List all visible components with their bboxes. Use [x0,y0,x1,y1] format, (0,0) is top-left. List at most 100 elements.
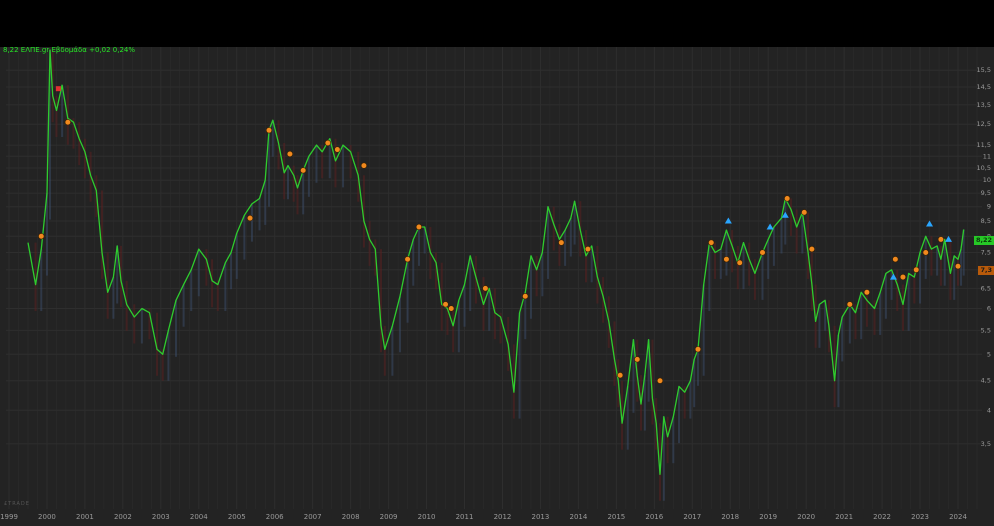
volume-bar [349,145,352,179]
orange-event-marker [892,256,899,263]
volume-bar [736,245,739,290]
volume-bar [342,145,345,188]
x-tick-label: 2017 [683,513,701,521]
x-tick-label: 2013 [532,513,550,521]
volume-bar [463,284,466,327]
volume-bar [696,349,699,386]
volume-bar [83,138,86,179]
x-tick-label: 2015 [607,513,625,521]
volume-bar [243,215,246,260]
orange-event-marker [286,150,294,158]
x-tick-label: 1999 [0,513,18,521]
orange-event-marker [937,236,945,243]
volume-bar [795,209,798,254]
volume-bar [772,227,775,266]
volume-bar [930,236,933,276]
orange-event-marker [759,249,766,256]
volume-bar [748,242,751,286]
last-price-badge: 8,22 [973,236,994,245]
volume-bar [292,165,295,202]
volume-bar [672,416,675,464]
volume-bar [469,255,472,312]
volume-bar [112,277,115,319]
x-axis: 1999 2000 2001 2002 2003 2004 2005 2006 2007 2008… [0,513,967,521]
volume-bar [197,249,200,297]
x-tick-label: 2010 [418,513,436,521]
x-tick-label: 2001 [76,513,94,521]
orange-event-marker [656,377,664,384]
volume-bar [334,138,337,188]
volume-bar [939,245,942,286]
orange-event-marker [784,195,791,202]
orange-event-marker [922,249,929,256]
volume-bar [175,300,178,357]
y-tick-label: 6 [987,305,991,313]
volume-bar [860,292,863,340]
x-tick-label: 2003 [152,513,170,521]
volume-bar [406,259,409,323]
x-tick-label: 2018 [721,513,739,521]
volume-bar [957,255,959,286]
volume-bar [924,236,927,279]
y-tick-label: 4,5 [981,377,991,385]
volume-bar [689,380,692,419]
volume-bar [133,304,136,344]
volume-bar [264,180,267,225]
orange-event-marker [442,301,449,308]
x-tick-label: 2008 [342,513,360,521]
orange-event-marker [723,256,730,263]
volume-bar [569,218,572,257]
orange-event-marker [736,259,743,266]
volume-bar [101,190,104,279]
watermark-logo: £TRADE [4,501,30,507]
volume-bar [879,292,882,335]
volume-bar [841,317,844,362]
orange-event-marker [808,246,815,253]
volume-bar [205,249,208,286]
x-tick-label: 2021 [835,513,853,521]
orange-event-marker [899,273,907,281]
volume-bar [190,269,193,312]
top-black-bar [0,0,994,47]
orange-event-marker [448,305,455,312]
volume-bar [315,145,318,183]
volume-bar [818,304,821,348]
y-tick-label: 15,5 [977,66,991,74]
volume-bar [529,255,532,319]
x-tick-label: 2000 [38,513,56,521]
volume-bar [666,416,669,464]
orange-event-marker [801,209,808,216]
grid [6,47,982,509]
volume-bar [753,259,756,300]
red-event-marker [55,86,61,92]
x-tick-label: 2004 [190,513,208,521]
x-tick-label: 2011 [456,513,474,521]
volume-bar [789,198,792,236]
secondary-price-badge: 7,3 [978,266,994,275]
orange-event-marker [846,301,853,308]
orange-event-marker [404,256,411,263]
volume-bar [296,175,299,215]
volume-bar [714,242,717,279]
volume-bar [719,249,722,279]
price-chart[interactable]: 15,514,513,512,511,51110,5109,598,587,57… [0,47,994,526]
x-tick-label: 2006 [266,513,284,521]
volume-bar [890,269,893,300]
blue-triangle-marker [945,235,953,242]
y-tick-label: 8,5 [981,217,991,225]
volume-bar [761,252,764,300]
volume-bar [725,230,728,276]
orange-event-marker [334,146,341,153]
x-tick-label: 2020 [797,513,815,521]
volume-bar [216,280,219,312]
volume-bar [552,206,555,251]
orange-event-marker [617,372,624,379]
volume-bar [742,242,745,290]
volume-bar [182,284,185,327]
chart-area[interactable]: 15,514,513,512,511,51110,5109,598,587,57… [0,47,994,526]
y-tick-label: 11 [983,152,991,160]
x-tick-label: 2005 [228,513,246,521]
orange-event-marker [38,233,45,240]
volume-bar [55,95,58,137]
y-tick-label: 14,5 [977,83,991,91]
